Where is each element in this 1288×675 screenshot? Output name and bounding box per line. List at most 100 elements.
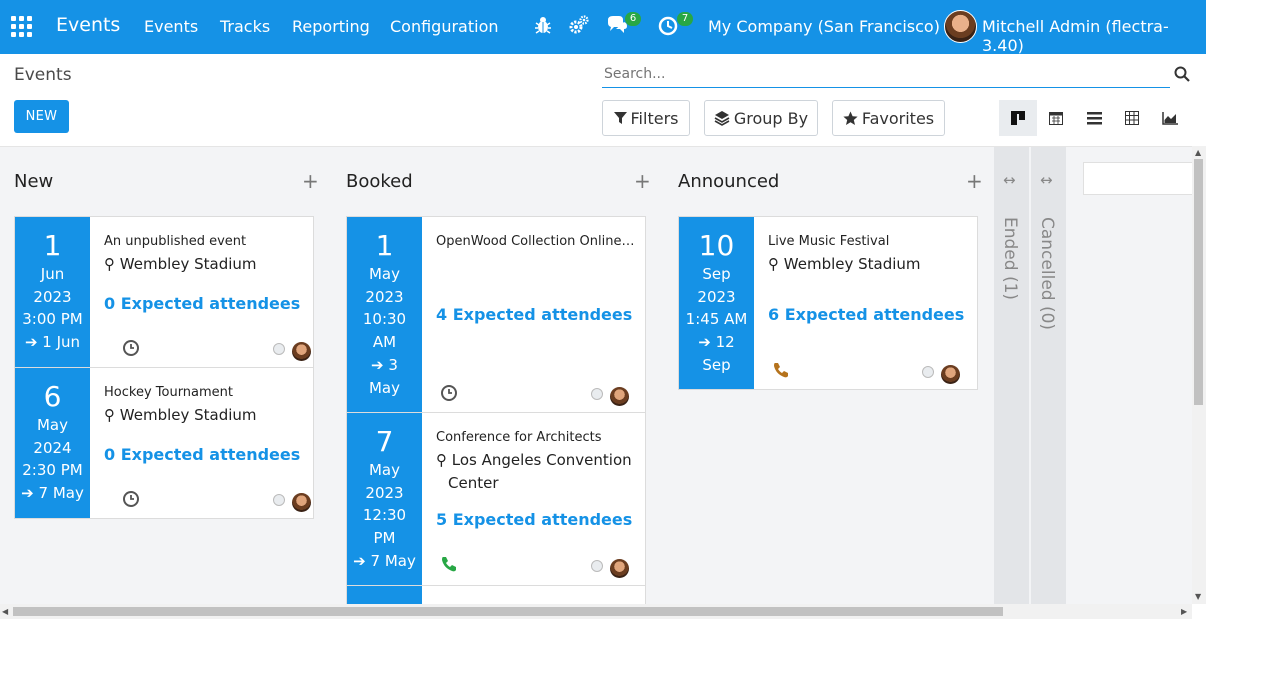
event-time: 2:30 PM [22, 461, 83, 480]
vertical-scrollbar[interactable]: ▲ ▼ [1192, 146, 1206, 604]
vertical-scroll-thumb[interactable] [1194, 159, 1203, 405]
kanban-state-dot[interactable] [273, 343, 285, 355]
responsible-avatar[interactable] [292, 342, 311, 361]
event-date-block: 1 Jun 2023 3:00 PM ➔ 1 Jun [15, 217, 90, 367]
view-switcher [999, 100, 1189, 136]
add-column-box[interactable] [1083, 162, 1195, 195]
expected-attendees[interactable]: 4 Expected attendees [436, 305, 632, 324]
event-card[interactable]: 1 May 2023 10:30 AM ➔ 3 May OpenWood Col… [346, 216, 646, 413]
column-add-icon[interactable]: + [302, 169, 319, 193]
expand-arrows-icon[interactable]: ↔ [1003, 171, 1016, 189]
arrow-right-icon: ➔ [24, 333, 38, 352]
scroll-down-arrow-icon[interactable]: ▼ [1195, 592, 1201, 601]
column-title: Booked [346, 171, 413, 192]
messages-chat-icon[interactable]: 6 [606, 12, 646, 38]
responsible-avatar[interactable] [610, 387, 629, 406]
expected-attendees[interactable]: 5 Expected attendees [436, 510, 632, 529]
folded-column-label: Cancelled (0) [1037, 217, 1057, 331]
scroll-left-arrow-icon[interactable]: ◀ [2, 607, 8, 616]
search-input[interactable] [602, 62, 1170, 86]
group-by-button[interactable]: Group By [704, 100, 818, 136]
folded-column-label: Ended (1) [1000, 217, 1020, 301]
activity-clock-icon[interactable] [122, 490, 140, 508]
event-date-block: 10 Sep 2023 1:45 AM ➔ 12 Sep [679, 217, 754, 389]
event-card[interactable]: 7 May 2023 12:30 PM ➔ 7 May Conference f… [346, 412, 646, 586]
column-add-icon[interactable]: + [966, 169, 983, 193]
responsible-avatar[interactable] [610, 559, 629, 578]
apps-menu-icon[interactable] [11, 16, 32, 37]
event-date-block: 6 May 2024 2:30 PM ➔ 7 May [15, 368, 90, 518]
activity-phone-icon[interactable] [440, 555, 458, 573]
user-menu[interactable]: Mitchell Admin (flectra-3.40) [982, 17, 1206, 55]
event-card[interactable]: 1 Jun 2023 3:00 PM ➔ 1 Jun An unpublishe… [14, 216, 314, 368]
event-end: ➔ 1 Jun [15, 331, 90, 354]
menu-reporting[interactable]: Reporting [292, 17, 370, 36]
event-location-text: Wembley Stadium [783, 255, 921, 273]
expected-attendees[interactable]: 6 Expected attendees [768, 305, 964, 324]
event-day: 10 [698, 229, 735, 262]
kanban-state-dot[interactable] [273, 494, 285, 506]
expected-attendees[interactable]: 0 Expected attendees [104, 445, 300, 464]
app-brand[interactable]: Events [56, 14, 120, 36]
map-marker-icon: ⚲ [768, 255, 779, 273]
responsible-avatar[interactable] [941, 365, 960, 384]
new-button[interactable]: NEW [14, 100, 69, 133]
kanban-state-dot[interactable] [922, 366, 934, 378]
event-year: 2023 [365, 483, 404, 502]
settings-gears-icon[interactable] [568, 14, 590, 38]
event-end-date: 1 Jun [42, 333, 81, 352]
calendar-view-icon[interactable] [1037, 100, 1075, 136]
arrow-right-icon: ➔ [353, 551, 366, 570]
event-end: ➔ 3 [347, 354, 422, 377]
event-card-partial[interactable] [346, 585, 646, 604]
filter-icon [613, 111, 627, 124]
scroll-up-arrow-icon[interactable]: ▲ [1195, 148, 1201, 157]
menu-configuration[interactable]: Configuration [390, 17, 499, 36]
favorites-button[interactable]: Favorites [832, 100, 945, 136]
event-name: An unpublished event [104, 234, 247, 249]
kanban-view-icon[interactable] [999, 100, 1037, 136]
folded-column-cancelled[interactable]: ↔ Cancelled (0) [1031, 147, 1066, 604]
event-day: 1 [375, 229, 394, 262]
activity-phone-icon[interactable] [772, 361, 790, 379]
list-view-icon[interactable] [1075, 100, 1113, 136]
search-icon[interactable] [1174, 66, 1190, 82]
pivot-view-icon[interactable] [1113, 100, 1151, 136]
event-date-block: 1 May 2023 10:30 AM ➔ 3 May [347, 217, 422, 412]
event-day: 7 [375, 425, 394, 458]
event-year: 2023 [365, 287, 404, 306]
column-add-icon[interactable]: + [634, 169, 651, 193]
star-icon [843, 111, 858, 125]
user-avatar[interactable] [944, 10, 977, 43]
horizontal-scrollbar[interactable]: ◀ ▶ [0, 604, 1192, 619]
event-end: ➔ 7 May [347, 550, 422, 573]
event-date-block: 7 May 2023 12:30 PM ➔ 7 May [347, 413, 422, 585]
graph-view-icon[interactable] [1151, 100, 1189, 136]
event-time: 1:45 AM [685, 310, 748, 329]
activity-clock-icon[interactable] [440, 384, 458, 402]
event-end: ➔ 7 May [15, 482, 90, 505]
map-marker-icon: ⚲ [436, 451, 447, 469]
map-marker-icon: ⚲ [104, 406, 115, 424]
scroll-right-arrow-icon[interactable]: ▶ [1181, 607, 1187, 616]
map-marker-icon: ⚲ [104, 255, 115, 273]
event-end-month: May [368, 378, 400, 397]
event-time: 3:00 PM [22, 310, 83, 329]
filters-button[interactable]: Filters [602, 100, 690, 136]
debug-bug-icon[interactable] [534, 14, 552, 38]
event-card[interactable]: 10 Sep 2023 1:45 AM ➔ 12 Sep Live Music … [678, 216, 978, 390]
horizontal-scroll-thumb[interactable] [13, 607, 1003, 616]
expand-arrows-icon[interactable]: ↔ [1040, 171, 1053, 189]
kanban-state-dot[interactable] [591, 560, 603, 572]
activity-clock-icon[interactable] [122, 339, 140, 357]
responsible-avatar[interactable] [292, 493, 311, 512]
expected-attendees[interactable]: 0 Expected attendees [104, 294, 300, 313]
kanban-state-dot[interactable] [591, 388, 603, 400]
event-card[interactable]: 6 May 2024 2:30 PM ➔ 7 May Hockey Tourna… [14, 367, 314, 519]
activities-clock-icon[interactable]: 7 [658, 12, 698, 38]
company-switcher[interactable]: My Company (San Francisco) [708, 17, 940, 36]
layers-icon [714, 111, 730, 126]
menu-tracks[interactable]: Tracks [220, 17, 270, 36]
folded-column-ended[interactable]: ↔ Ended (1) [994, 147, 1029, 604]
menu-events[interactable]: Events [144, 17, 198, 36]
